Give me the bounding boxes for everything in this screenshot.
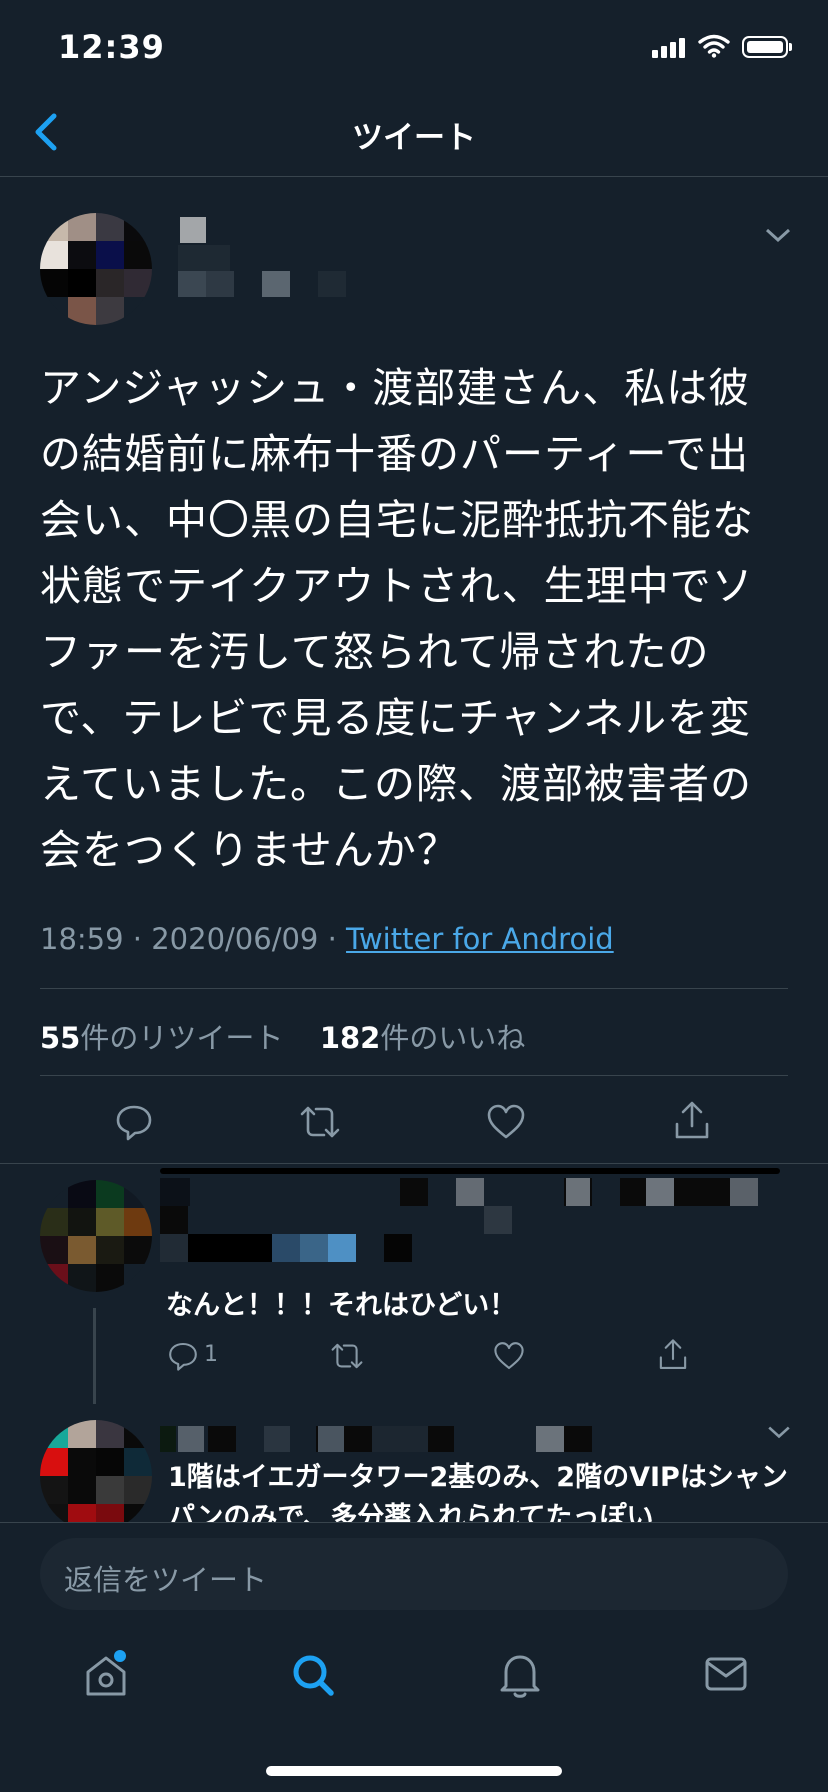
tab-notifications[interactable] (498, 1650, 542, 1700)
header-divider (0, 176, 828, 177)
reply-count: 1 (204, 1342, 218, 1367)
tweet-text: アンジャッシュ・渡部建さん、私は彼の結婚前に麻布十番のパーティーで出会い、中〇黒… (40, 364, 754, 874)
like-count: 182 (319, 1021, 381, 1055)
reply-author-redacted[interactable] (160, 1168, 780, 1268)
like-button[interactable] (486, 1102, 526, 1142)
thread-line (93, 1308, 96, 1404)
more-options-button[interactable] (764, 226, 792, 244)
reply-2-avatar[interactable] (40, 1420, 152, 1522)
retweet-count: 55 (40, 1021, 81, 1055)
status-time: 12:39 (58, 28, 165, 66)
meta-separator: · (327, 922, 337, 956)
reply-retweet-button[interactable] (328, 1340, 366, 1372)
wifi-icon (698, 34, 730, 58)
tab-messages[interactable] (704, 1654, 748, 1694)
reply-reply-button[interactable] (166, 1340, 200, 1372)
reply-2-author-redacted[interactable] (160, 1404, 610, 1454)
tab-home[interactable] (82, 1648, 132, 1700)
page-title: ツイート (352, 120, 476, 156)
reply-2-clip: 1階はイエガータワー2基のみ、2階のVIPはシャンパンのみで、多分薬入れられてた… (0, 1404, 828, 1522)
meta-divider (40, 988, 788, 989)
battery-icon (742, 36, 792, 58)
reply-text: なんと！！！それはひどい！ (166, 1290, 517, 1321)
meta-separator: · (132, 922, 143, 956)
reply-2-text: 1階はイエガータワー2基のみ、2階のVIPはシャンパンのみで、多分薬入れられてた… (168, 1462, 788, 1522)
compose-reply-input[interactable]: 返信をツイート (40, 1538, 788, 1610)
reply-like-button[interactable] (492, 1340, 526, 1372)
tweet-stats: 55件のリツイート 182件のいいね (40, 1015, 525, 1057)
tweet-meta: 18:59 · 2020/06/09 · Twitter for Android (40, 922, 614, 956)
retweets-stat[interactable]: 55件のリツイート (40, 1021, 283, 1055)
share-button[interactable] (672, 1100, 712, 1142)
retweet-button[interactable] (298, 1102, 342, 1142)
compose-placeholder: 返信をツイート (64, 1563, 268, 1597)
reply-button[interactable] (114, 1102, 154, 1142)
author-name-redacted[interactable] (178, 215, 348, 300)
compose-divider (0, 1522, 828, 1523)
cellular-signal-icon (652, 38, 688, 58)
retweet-label: 件のリツイート (80, 1021, 284, 1055)
reply-share-button[interactable] (656, 1338, 690, 1372)
tweet-time: 18:59 (40, 922, 124, 956)
home-indicator (266, 1766, 562, 1776)
tab-search[interactable] (290, 1652, 336, 1698)
likes-stat[interactable]: 182件のいいね (320, 1021, 526, 1055)
like-label: 件のいいね (380, 1021, 526, 1055)
stats-divider (40, 1075, 788, 1076)
reply-avatar[interactable] (40, 1180, 152, 1292)
tweet-source-link[interactable]: Twitter for Android (346, 922, 614, 956)
actions-divider (0, 1163, 828, 1164)
author-avatar[interactable] (40, 213, 152, 325)
tweet-date: 2020/06/09 (151, 922, 319, 956)
reply-2-more-button[interactable] (766, 1424, 792, 1440)
